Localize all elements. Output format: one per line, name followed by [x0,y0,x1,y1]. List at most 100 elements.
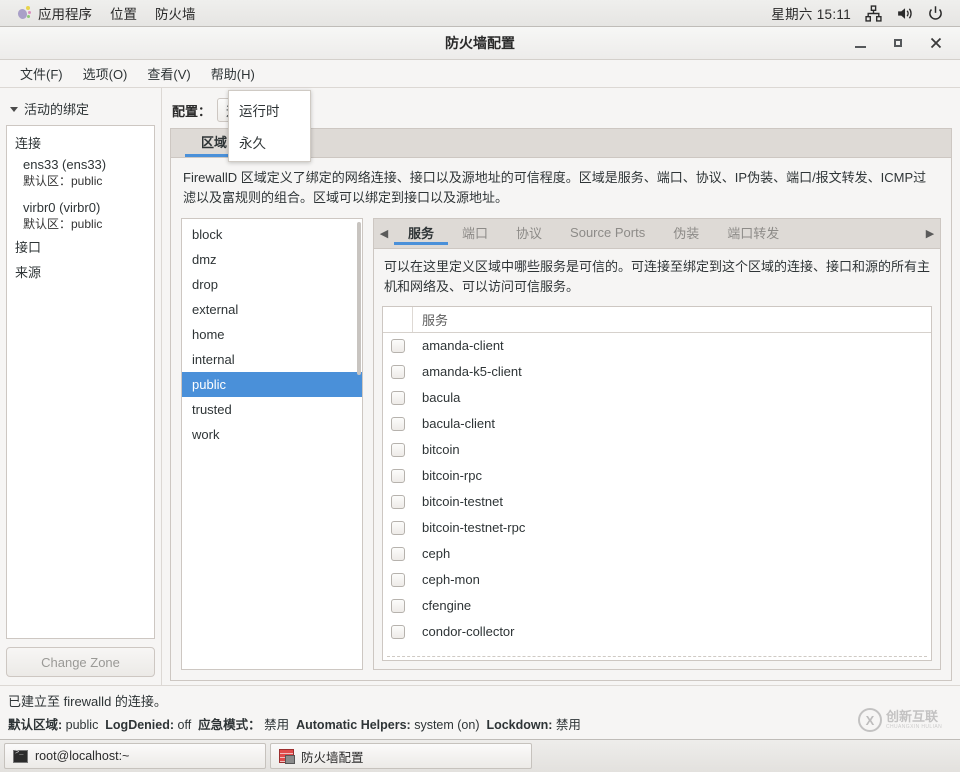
tree-node-sources[interactable]: 来源 [7,259,154,284]
menu-help[interactable]: 帮助(H) [201,60,265,87]
service-checkbox-cell[interactable] [383,365,413,379]
table-row[interactable]: bacula-client [383,411,931,437]
table-row[interactable]: bitcoin-testnet [383,489,931,515]
tab-source-ports[interactable]: Source Ports [556,223,659,245]
table-row[interactable]: ceph-mon [383,567,931,593]
zone-description: FirewallD 区域定义了绑定的网络连接、接口以及源地址的可信程度。区域是服… [181,166,941,218]
zone-settings-tabbar: ◀ 服务 端口 协议 Source Ports 伪装 端口转发 ▶ [373,218,941,248]
zone-item-block[interactable]: block [182,222,362,247]
change-zone-button[interactable]: Change Zone [6,647,155,677]
checkbox-icon[interactable] [391,599,405,613]
dropdown-option-runtime[interactable]: 运行时 [229,94,310,126]
menu-options[interactable]: 选项(O) [73,60,138,87]
maximize-button[interactable] [890,35,906,51]
taskbar-item-terminal[interactable]: root@localhost:~ [4,743,266,769]
checkbox-icon[interactable] [391,365,405,379]
service-checkbox-cell[interactable] [383,339,413,353]
service-checkbox-cell[interactable] [383,495,413,509]
service-checkbox-cell[interactable] [383,625,413,639]
checkbox-icon[interactable] [391,417,405,431]
main-content: 活动的绑定 连接 ens33 (ens33) 默认区：public virbr0… [0,88,960,685]
zone-item-dmz[interactable]: dmz [182,247,362,272]
checkbox-icon[interactable] [391,339,405,353]
zone-item-trusted[interactable]: trusted [182,397,362,422]
panel-places-menu[interactable]: 位置 [101,0,146,26]
service-checkbox-cell[interactable] [383,417,413,431]
tab-masquerade[interactable]: 伪装 [659,223,713,245]
tab-services[interactable]: 服务 [394,223,448,245]
menubar: 文件(F) 选项(O) 查看(V) 帮助(H) [0,60,960,88]
checkbox-icon[interactable] [391,443,405,457]
table-row[interactable]: amanda-k5-client [383,359,931,385]
volume-icon[interactable] [896,5,913,22]
tab-ports[interactable]: 端口 [448,223,502,245]
tree-item-ens33[interactable]: ens33 (ens33) 默认区：public [7,155,154,191]
zone-item-drop[interactable]: drop [182,272,362,297]
checkbox-icon[interactable] [391,469,405,483]
tree-node-connections[interactable]: 连接 [7,130,154,155]
status-value-automatic-helpers: system (on) [414,718,479,732]
tree-node-interfaces[interactable]: 接口 [7,234,154,259]
table-row[interactable]: bitcoin-testnet-rpc [383,515,931,541]
tab-scroll-right-icon[interactable]: ▶ [920,227,940,240]
table-row[interactable]: condor-collector [383,619,931,645]
service-checkbox-cell[interactable] [383,469,413,483]
tab-port-forwarding[interactable]: 端口转发 [713,223,793,245]
service-name: condor-collector [413,624,515,639]
checkbox-icon[interactable] [391,547,405,561]
watermark: X 创新互联 CHUANGXIN HULIAN [858,704,954,736]
service-checkbox-cell[interactable] [383,547,413,561]
panel-applications-menu[interactable]: 应用程序 [8,0,101,26]
checkbox-icon[interactable] [391,495,405,509]
minimize-button[interactable] [852,35,868,51]
checkbox-icon[interactable] [391,625,405,639]
service-checkbox-cell[interactable] [383,573,413,587]
configuration-dropdown-menu[interactable]: 运行时 永久 [228,90,311,162]
table-row[interactable]: cfengine [383,593,931,619]
dropdown-option-permanent[interactable]: 永久 [229,126,310,158]
terminal-icon [13,750,28,763]
table-row[interactable]: bitcoin-rpc [383,463,931,489]
zones-page: FirewallD 区域定义了绑定的网络连接、接口以及源地址的可信程度。区域是服… [170,157,952,681]
close-button[interactable] [928,35,944,51]
zone-item-external[interactable]: external [182,297,362,322]
tree-item-virbr0[interactable]: virbr0 (virbr0) 默认区：public [7,198,154,234]
service-checkbox-cell[interactable] [383,521,413,535]
table-row[interactable]: ceph [383,541,931,567]
zone-list[interactable]: block dmz drop external home internal pu… [181,218,363,670]
checkbox-icon[interactable] [391,521,405,535]
service-checkbox-cell[interactable] [383,599,413,613]
menu-view[interactable]: 查看(V) [137,60,200,87]
checkbox-icon[interactable] [391,573,405,587]
tab-scroll-left-icon[interactable]: ◀ [374,227,394,240]
taskbar-item-firewall[interactable]: 防火墙配置 [270,743,532,769]
window-title: 防火墙配置 [0,33,960,53]
panel-active-app[interactable]: 防火墙 [146,0,205,26]
checkbox-icon[interactable] [391,391,405,405]
service-name: bitcoin-testnet [413,494,503,509]
zone-item-internal[interactable]: internal [182,347,362,372]
watermark-cn: 创新互联 [886,710,942,723]
network-icon[interactable] [865,5,882,22]
panel-clock[interactable]: 星期六 15:11 [771,3,851,23]
menu-file[interactable]: 文件(F) [10,60,73,87]
table-row[interactable]: amanda-client [383,333,931,359]
window-titlebar: 防火墙配置 [0,27,960,60]
bindings-tree[interactable]: 连接 ens33 (ens33) 默认区：public virbr0 (virb… [6,125,155,639]
table-row[interactable]: bacula [383,385,931,411]
service-checkbox-cell[interactable] [383,443,413,457]
zone-item-public[interactable]: public [182,372,362,397]
services-table[interactable]: 服务 amanda-client [382,306,932,661]
service-name: ceph-mon [413,572,480,587]
power-icon[interactable] [927,5,944,22]
zone-list-scrollbar[interactable] [357,222,361,375]
configuration-label: 配置： [172,101,211,120]
service-checkbox-cell[interactable] [383,391,413,405]
tab-protocols[interactable]: 协议 [502,223,556,245]
services-horizontal-scrollbar[interactable] [387,656,927,659]
zone-item-home[interactable]: home [182,322,362,347]
service-name: bacula-client [413,416,495,431]
zone-item-work[interactable]: work [182,422,362,447]
table-row[interactable]: bitcoin [383,437,931,463]
active-bindings-header[interactable]: 活动的绑定 [6,96,155,125]
